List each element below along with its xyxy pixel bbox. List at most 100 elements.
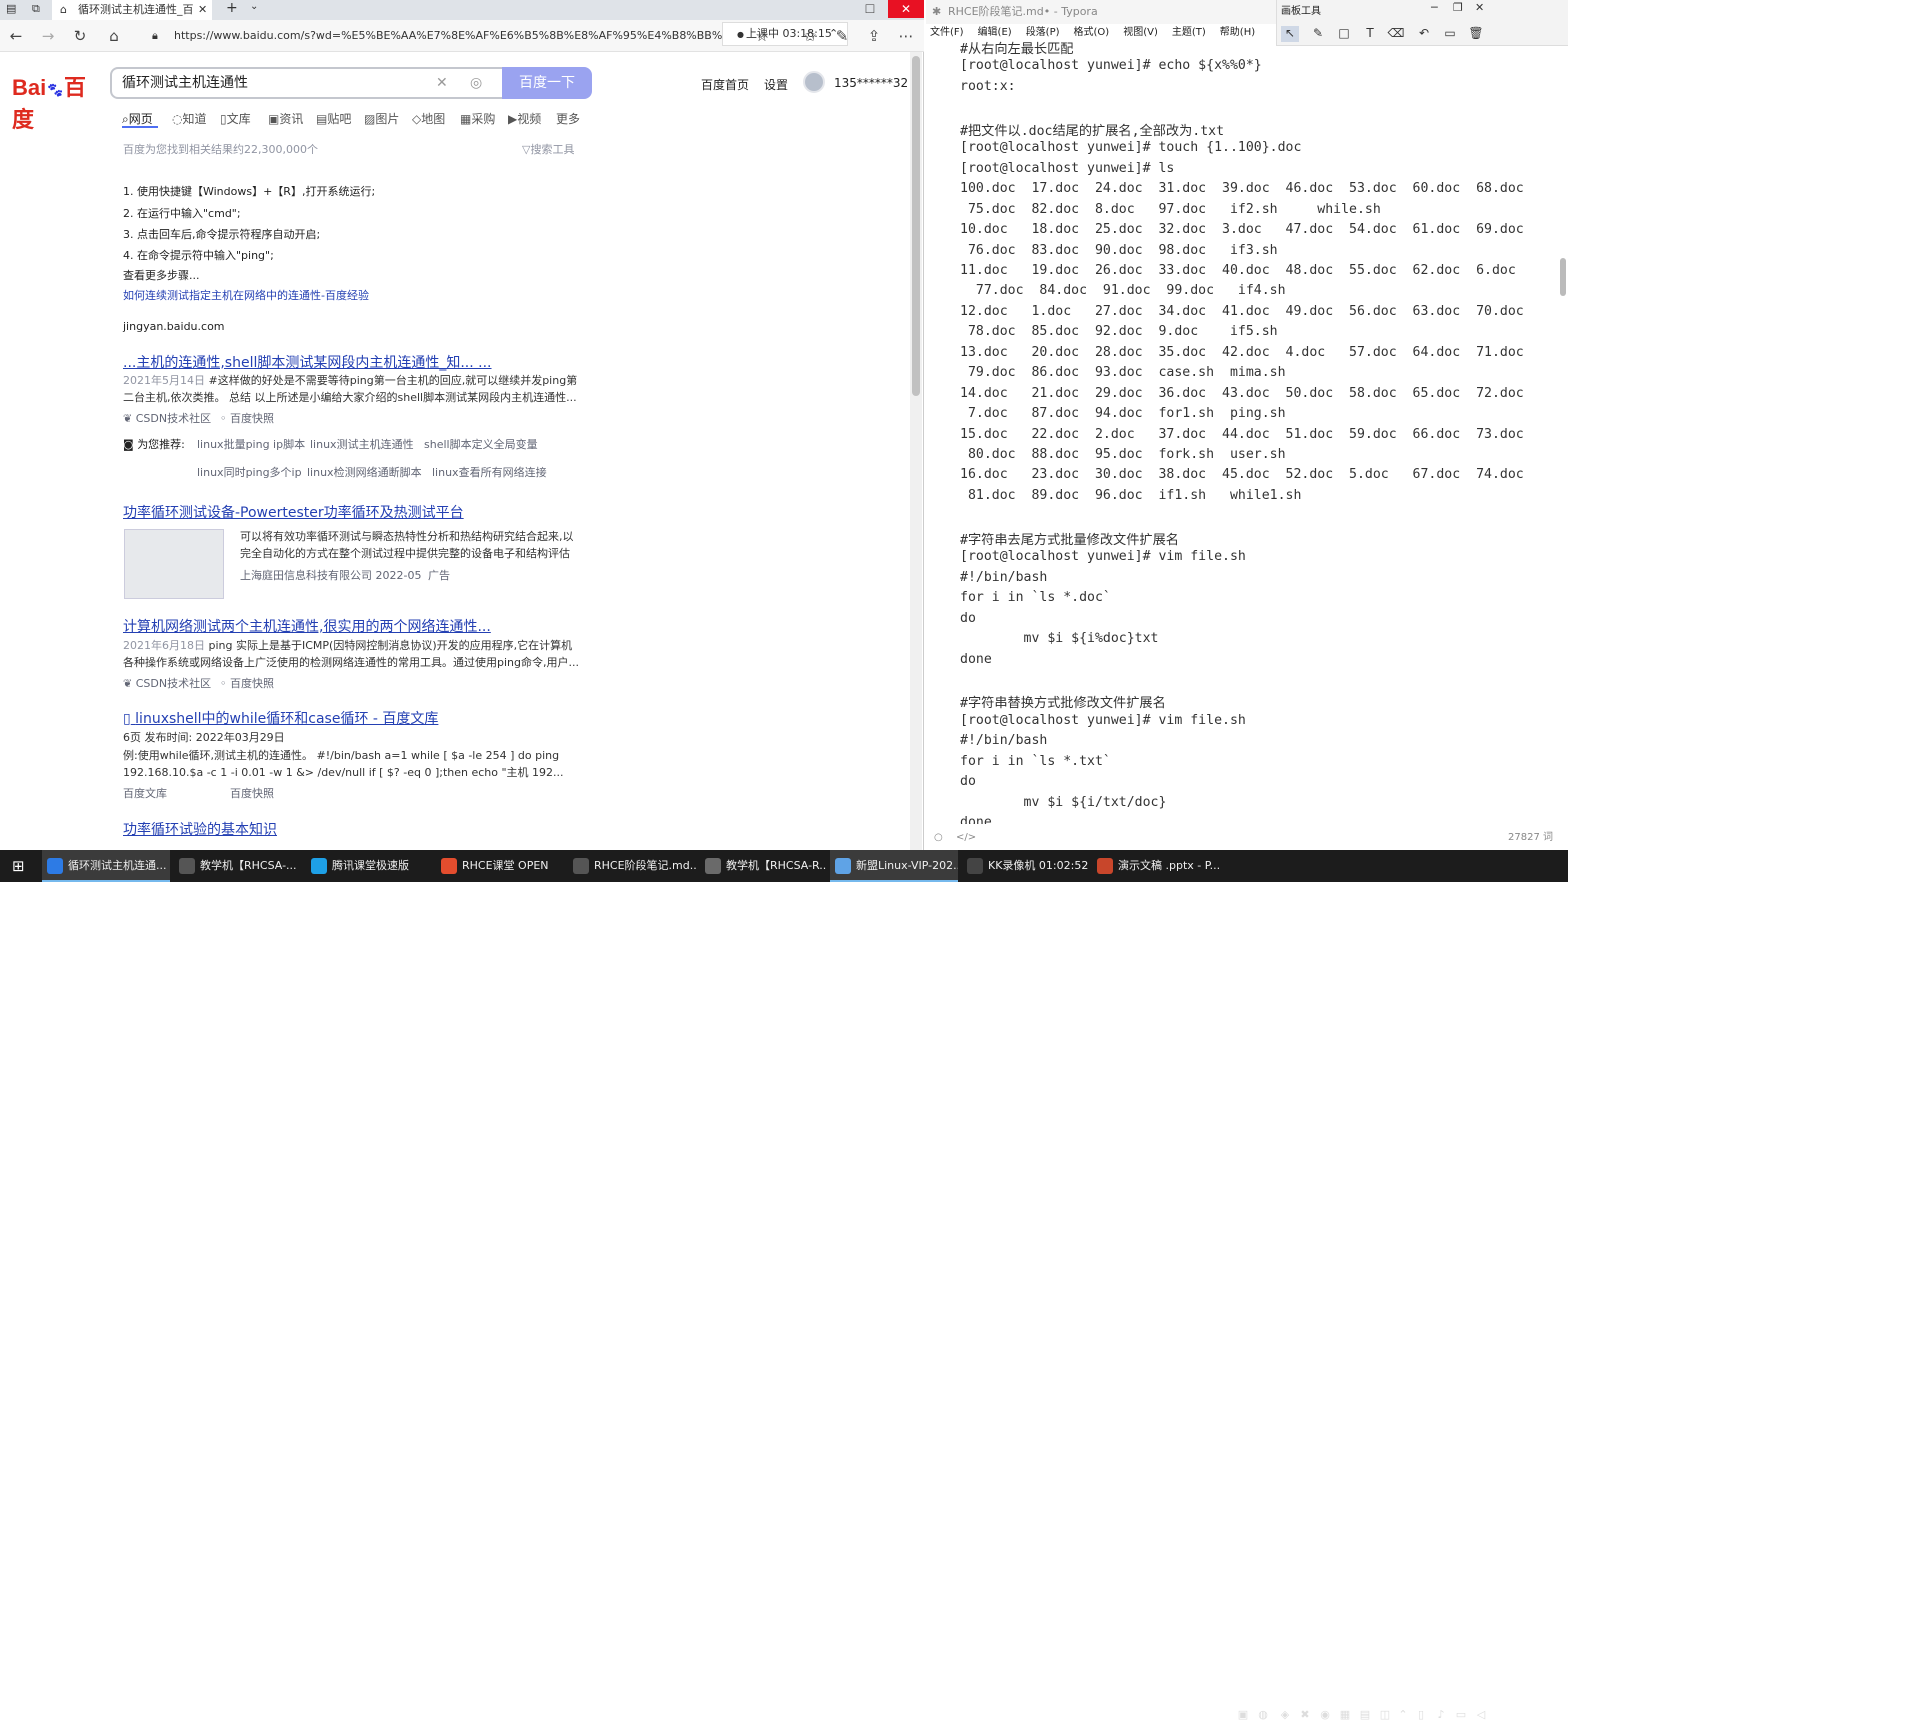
- code-line: #字符串替换方式批修改文件扩展名: [960, 696, 1166, 712]
- result-title-2[interactable]: 功率循环测试设备-Powertester功率循环及热测试平台: [123, 502, 464, 522]
- baidu-home-link[interactable]: 百度首页: [701, 76, 749, 93]
- address-bar[interactable]: 🔒︎ https://www.baidu.com/s?wd=%E5%BE%AA%…: [146, 24, 726, 48]
- close-window-button[interactable]: ✕: [888, 0, 924, 18]
- jingyan-title[interactable]: 如何连续测试指定主机在网络中的连通性-百度经验: [123, 287, 369, 303]
- result-title-3[interactable]: 计算机网络测试两个主机连通性,很实用的两个网络连通性...: [123, 616, 491, 636]
- result-source-4[interactable]: 百度文库: [123, 785, 167, 801]
- back-icon[interactable]: ←: [6, 26, 26, 46]
- palette-restore-icon[interactable]: ❐: [1453, 1, 1463, 14]
- window-menu-icon[interactable]: ▤: [6, 2, 16, 15]
- taskbar-item-ppt[interactable]: 演示文稿 .pptx - P...: [1092, 850, 1224, 882]
- word-count[interactable]: 27827 词: [1508, 826, 1553, 850]
- ad-image[interactable]: [124, 529, 224, 599]
- palette-minimize-icon[interactable]: ─: [1431, 1, 1438, 14]
- tab-news[interactable]: ▣资讯: [268, 110, 303, 127]
- tab-web[interactable]: ⌕网页: [122, 110, 153, 127]
- share-icon[interactable]: ⇪: [864, 26, 884, 46]
- tray-icon-1[interactable]: ▣: [1236, 1708, 1250, 1722]
- search-button[interactable]: 百度一下: [502, 67, 592, 99]
- favorite-icon[interactable]: ☆: [752, 26, 772, 46]
- tab-zhidao[interactable]: ◌知道: [172, 110, 207, 127]
- tab-tieba[interactable]: ▤贴吧: [316, 110, 351, 127]
- chevron-up-tray-icon[interactable]: ⌃: [1396, 1708, 1410, 1722]
- user-name[interactable]: 135******32: [834, 76, 908, 90]
- taskbar-item-browser[interactable]: 循环测试主机连通...: [42, 850, 170, 882]
- taskbar-item-rhcsa-r[interactable]: 教学机【RHCSA-R...: [700, 850, 826, 882]
- forward-icon[interactable]: →: [38, 26, 58, 46]
- network-icon[interactable]: ▭: [1454, 1708, 1468, 1722]
- taskbar-item-rhce-class[interactable]: RHCE课堂 OPEN: [436, 850, 564, 882]
- pen-icon[interactable]: ✎: [832, 26, 852, 46]
- tray-icon-3[interactable]: ◈: [1278, 1708, 1292, 1722]
- microphone-icon[interactable]: ♪: [1434, 1708, 1448, 1722]
- tab-more[interactable]: 更多: [556, 110, 580, 127]
- tray-icon-8[interactable]: ◫: [1378, 1708, 1392, 1722]
- tab-list-icon[interactable]: ⧉: [32, 2, 40, 16]
- recommend-1[interactable]: linux批量ping ip脚本: [197, 436, 305, 452]
- tray-icon-4[interactable]: ✖: [1298, 1708, 1312, 1722]
- baidu-logo[interactable]: Bai🐾︎百度: [12, 70, 98, 132]
- favorites-list-icon[interactable]: ✩: [800, 26, 820, 46]
- tab-video[interactable]: ▶视频: [508, 110, 541, 127]
- new-tab-button[interactable]: +: [226, 0, 238, 16]
- clear-icon[interactable]: ✕: [436, 69, 448, 97]
- search-input[interactable]: 循环测试主机连通性 ✕ ◎: [110, 67, 504, 99]
- close-tab-icon[interactable]: ✕: [198, 0, 207, 20]
- menu-theme[interactable]: 主题(T): [1172, 27, 1206, 38]
- home-icon[interactable]: ⌂: [104, 26, 124, 46]
- recommend-5[interactable]: linux检测网络通断脚本: [307, 464, 422, 480]
- taskbar-item-linux-vip[interactable]: 新盟Linux-VIP-202...: [830, 850, 958, 882]
- ime-indicator[interactable]: 中: [1490, 1708, 1504, 1722]
- more-icon[interactable]: ⋯: [896, 26, 916, 46]
- volume-icon[interactable]: ◁: [1474, 1708, 1488, 1722]
- refresh-icon[interactable]: ↻: [70, 26, 90, 46]
- palette-close-icon[interactable]: ✕: [1475, 1, 1484, 14]
- tab-wenku[interactable]: ▯文库: [220, 110, 251, 127]
- avatar[interactable]: [803, 71, 825, 93]
- tab-maps[interactable]: ◇地图: [412, 110, 445, 127]
- tray-icon-5[interactable]: ◉: [1318, 1708, 1332, 1722]
- snapshot-link-1[interactable]: ◦ 百度快照: [220, 410, 274, 426]
- taskbar-item-kk-recorder[interactable]: KK录像机 01:02:52: [962, 850, 1088, 882]
- recommend-4[interactable]: linux同时ping多个ip: [197, 464, 302, 480]
- menu-help[interactable]: 帮助(H): [1220, 27, 1255, 38]
- result-title-1[interactable]: ...主机的连通性,shell脚本测试某网段内主机连通性_知... ...: [123, 352, 492, 372]
- taskbar-item-typora[interactable]: RHCE阶段笔记.md...: [568, 850, 696, 882]
- browser-scrollbar-thumb[interactable]: [912, 56, 920, 396]
- recommend-3[interactable]: shell脚本定义全局变量: [424, 436, 538, 452]
- source-mode-toggle[interactable]: </>: [956, 826, 976, 850]
- menu-file[interactable]: 文件(F): [930, 27, 964, 38]
- circle-icon[interactable]: ○: [934, 826, 943, 850]
- menu-format[interactable]: 格式(O): [1074, 27, 1110, 38]
- taskbar-item-tencent-class[interactable]: 腾讯课堂极速版: [306, 850, 432, 882]
- camera-icon[interactable]: ◎: [470, 69, 482, 97]
- result-source-1[interactable]: ❦ CSDN技术社区: [123, 410, 211, 426]
- windows-start-icon[interactable]: ⊞: [12, 857, 25, 875]
- menu-edit[interactable]: 编辑(E): [978, 27, 1012, 38]
- chevron-down-icon[interactable]: ⌄: [250, 1, 258, 12]
- wechat-icon[interactable]: ◍: [1256, 1708, 1270, 1722]
- recommend-6[interactable]: linux查看所有网络连接: [432, 464, 547, 480]
- maximize-button[interactable]: ☐: [852, 0, 888, 18]
- search-tools[interactable]: ▽搜索工具: [522, 141, 574, 157]
- more-steps-link[interactable]: 查看更多步骤...: [123, 267, 200, 283]
- tab-shopping[interactable]: ▦采购: [460, 110, 495, 127]
- menu-view[interactable]: 视图(V): [1123, 27, 1158, 38]
- clock[interactable]: 17:07 2022/5/14: [1506, 1701, 1564, 1729]
- result-source-3[interactable]: ❦ CSDN技术社区: [123, 675, 211, 691]
- result-title-4[interactable]: ▯ linuxshell中的while循环和case循环 - 百度文库: [123, 708, 438, 728]
- editor-scrollbar[interactable]: [1560, 258, 1566, 296]
- usb-icon[interactable]: ▯: [1414, 1708, 1428, 1722]
- markdown-editor[interactable]: #从右向左最长匹配 [root@localhost yunwei]# echo $…: [960, 38, 1550, 824]
- result-title-5[interactable]: 功率循环试验的基本知识: [123, 819, 277, 839]
- tray-icon-7[interactable]: ▤: [1358, 1708, 1372, 1722]
- tab-images[interactable]: ▨图片: [364, 110, 399, 127]
- settings-link[interactable]: 设置: [764, 76, 788, 93]
- recommend-2[interactable]: linux测试主机连通性: [310, 436, 414, 452]
- snapshot-link-3[interactable]: ◦ 百度快照: [220, 675, 274, 691]
- menu-paragraph[interactable]: 段落(P): [1026, 27, 1060, 38]
- snapshot-link-4[interactable]: 百度快照: [230, 785, 274, 801]
- taskbar-item-rhcsa[interactable]: 教学机【RHCSA-...: [174, 850, 302, 882]
- tray-icon-6[interactable]: ▦: [1338, 1708, 1352, 1722]
- browser-tab[interactable]: ⌂ 循环测试主机连通性_百 ✕: [52, 0, 212, 20]
